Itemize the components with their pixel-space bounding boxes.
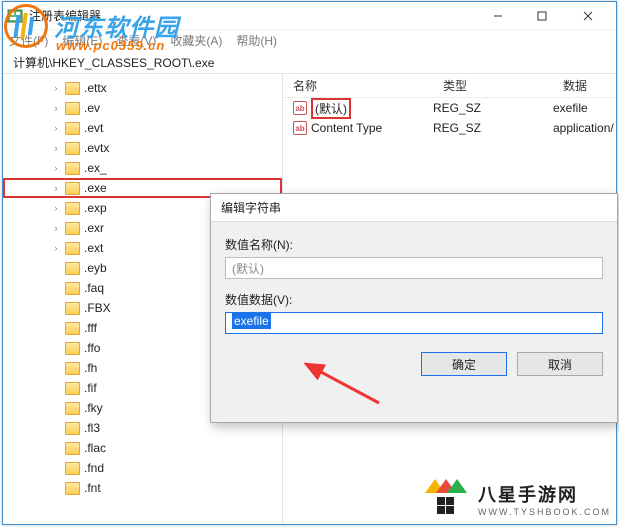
titlebar: 注册表编辑器 — [3, 2, 616, 30]
row-name: (默认) — [311, 98, 433, 119]
chevron-right-icon[interactable]: › — [51, 243, 61, 253]
tree-item-label: .fnd — [84, 461, 104, 475]
window-controls — [476, 2, 612, 29]
folder-icon — [65, 222, 80, 235]
tree-item-label: .fnt — [84, 481, 101, 495]
chevron-right-icon[interactable]: › — [51, 203, 61, 213]
col-type[interactable]: 类型 — [433, 77, 553, 94]
value-data-input[interactable] — [225, 312, 603, 334]
menu-view[interactable]: 查看(V) — [116, 32, 156, 50]
col-name[interactable]: 名称 — [283, 77, 433, 94]
list-row[interactable]: ab (默认)REG_SZexefile — [283, 98, 616, 118]
address-bar[interactable]: 计算机\HKEY_CLASSES_ROOT\.exe — [3, 52, 616, 74]
tree-item-label: .exr — [84, 221, 104, 235]
tree-item-label: .FBX — [84, 301, 111, 315]
chevron-right-icon[interactable]: › — [51, 103, 61, 113]
folder-icon — [65, 322, 80, 335]
tree-item-label: .ettx — [84, 81, 107, 95]
folder-icon — [65, 402, 80, 415]
tree-item-label: .flac — [84, 441, 106, 455]
window-title: 注册表编辑器 — [29, 7, 476, 24]
folder-icon — [65, 162, 80, 175]
close-button[interactable] — [564, 2, 612, 29]
value-data-label: 数值数据(V): — [225, 291, 603, 308]
tree-item-label: .evtx — [84, 141, 109, 155]
tree-item-label: .faq — [84, 281, 104, 295]
minimize-button[interactable] — [476, 2, 520, 29]
tree-item-label: .exp — [84, 201, 107, 215]
folder-icon — [65, 102, 80, 115]
cancel-button[interactable]: 取消 — [517, 352, 603, 376]
folder-icon — [65, 262, 80, 275]
folder-icon — [65, 242, 80, 255]
col-data[interactable]: 数据 — [553, 77, 616, 94]
menu-edit[interactable]: 编辑(E) — [62, 32, 102, 50]
folder-icon — [65, 382, 80, 395]
folder-icon — [65, 362, 80, 375]
chevron-right-icon[interactable]: › — [51, 143, 61, 153]
folder-icon — [65, 82, 80, 95]
tree-item[interactable]: › .ev — [3, 98, 282, 118]
tree-item[interactable]: .fnd — [3, 458, 282, 478]
dialog-title: 编辑字符串 — [211, 194, 617, 222]
row-name: Content Type — [311, 121, 433, 135]
menu-help[interactable]: 帮助(H) — [236, 32, 277, 50]
tree-item[interactable]: › .evtx — [3, 138, 282, 158]
tree-item-label: .fh — [84, 361, 97, 375]
folder-icon — [65, 122, 80, 135]
folder-icon — [65, 282, 80, 295]
list-row[interactable]: ab Content TypeREG_SZapplication/ — [283, 118, 616, 138]
tree-item-label: .fky — [84, 401, 103, 415]
regedit-icon — [7, 8, 23, 24]
folder-icon — [65, 302, 80, 315]
chevron-right-icon[interactable]: › — [51, 83, 61, 93]
folder-icon — [65, 342, 80, 355]
chevron-right-icon[interactable]: › — [51, 123, 61, 133]
value-name-field: (默认) — [225, 257, 603, 279]
folder-icon — [65, 142, 80, 155]
folder-icon — [65, 182, 80, 195]
tree-item[interactable]: .fnt — [3, 478, 282, 498]
menubar: 文件(F) 编辑(E) 查看(V) 收藏夹(A) 帮助(H) — [3, 30, 616, 52]
chevron-right-icon[interactable]: › — [51, 223, 61, 233]
row-data: application/ — [553, 121, 616, 135]
tree-item-label: .fif — [84, 381, 97, 395]
tree-item[interactable]: › .ettx — [3, 78, 282, 98]
chevron-right-icon[interactable]: › — [51, 183, 61, 193]
row-type: REG_SZ — [433, 101, 553, 115]
edit-string-dialog: 编辑字符串 数值名称(N): (默认) 数值数据(V): exefile 确定 … — [210, 193, 618, 423]
tree-item-label: .fl3 — [84, 421, 100, 435]
tree-item-label: .ext — [84, 241, 103, 255]
string-value-icon: ab — [293, 101, 307, 115]
tree-item-label: .exe — [84, 181, 107, 195]
list-header: 名称 类型 数据 — [283, 74, 616, 98]
row-data: exefile — [553, 101, 616, 115]
chevron-right-icon[interactable]: › — [51, 163, 61, 173]
value-data-selection: exefile — [232, 313, 271, 329]
tree-item-label: .ex_ — [84, 161, 107, 175]
maximize-button[interactable] — [520, 2, 564, 29]
ok-button[interactable]: 确定 — [421, 352, 507, 376]
row-type: REG_SZ — [433, 121, 553, 135]
tree-item-label: .evt — [84, 121, 103, 135]
folder-icon — [65, 202, 80, 215]
value-name-label: 数值名称(N): — [225, 236, 603, 253]
tree-item[interactable]: › .evt — [3, 118, 282, 138]
tree-item[interactable]: .flac — [3, 438, 282, 458]
tree-item[interactable]: › .ex_ — [3, 158, 282, 178]
folder-icon — [65, 442, 80, 455]
menu-file[interactable]: 文件(F) — [9, 32, 48, 50]
tree-item-label: .ev — [84, 101, 100, 115]
menu-favorites[interactable]: 收藏夹(A) — [170, 32, 222, 50]
tree-item-label: .fff — [84, 321, 97, 335]
folder-icon — [65, 422, 80, 435]
folder-icon — [65, 462, 80, 475]
string-value-icon: ab — [293, 121, 307, 135]
folder-icon — [65, 482, 80, 495]
tree-item-label: .eyb — [84, 261, 107, 275]
tree-item-label: .ffo — [84, 341, 100, 355]
